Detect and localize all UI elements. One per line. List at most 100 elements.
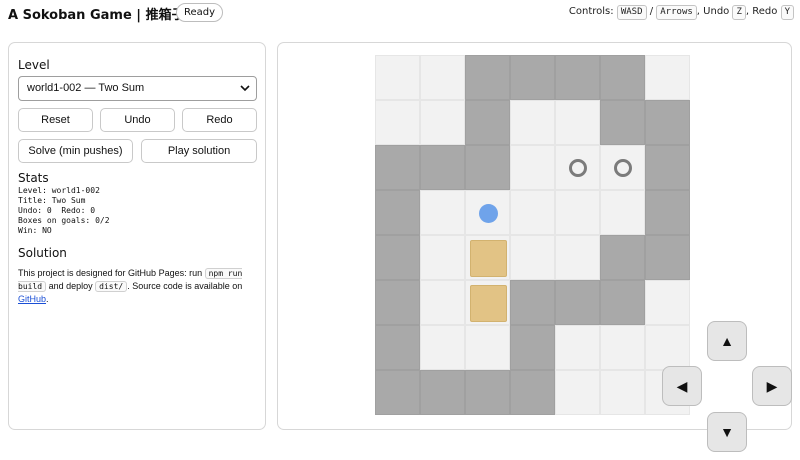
solution-text: This project is designed for GitHub Page… — [18, 267, 250, 306]
move-up-button[interactable]: ▲ — [707, 321, 747, 361]
wall-tile — [375, 370, 420, 415]
floor-tile — [375, 55, 420, 100]
box-icon — [470, 240, 507, 277]
floor-tile — [600, 145, 645, 190]
undo-button[interactable]: Undo — [100, 108, 175, 132]
stats-boxes: Boxes on goals: 0/2 — [18, 216, 110, 225]
status-badge: Ready — [176, 3, 224, 22]
wall-tile — [465, 370, 510, 415]
floor-tile — [600, 190, 645, 235]
floor-tile — [555, 235, 600, 280]
wall-tile — [465, 100, 510, 145]
solution-heading: Solution — [18, 246, 67, 260]
floor-tile — [375, 100, 420, 145]
header: A Sokoban Game | 推箱子游戏 Ready Controls: W… — [0, 0, 800, 28]
floor-tile — [510, 145, 555, 190]
floor-tile — [555, 325, 600, 370]
solution-text-part: . Source code is available on — [127, 281, 243, 291]
floor-tile — [645, 55, 690, 100]
floor-tile — [555, 190, 600, 235]
key-redo: Y — [780, 5, 794, 20]
wall-tile — [600, 100, 645, 145]
floor-tile — [645, 325, 690, 370]
floor-tile — [555, 370, 600, 415]
floor-tile — [510, 100, 555, 145]
solve-button[interactable]: Solve (min pushes) — [18, 139, 133, 163]
level-heading: Level — [18, 58, 50, 72]
floor-tile — [555, 100, 600, 145]
controls-hint: Controls: WASD / Arrows, Undo Z, Redo Y — [569, 5, 794, 20]
level-select[interactable]: world1-002 — Two Sum — [18, 76, 257, 101]
floor-tile — [420, 235, 465, 280]
wall-tile — [465, 145, 510, 190]
wall-tile — [375, 280, 420, 325]
floor-tile — [420, 55, 465, 100]
wall-tile — [645, 145, 690, 190]
floor-tile — [465, 235, 510, 280]
move-down-button[interactable]: ▼ — [707, 412, 747, 452]
stats-level: Level: world1-002 — [18, 186, 100, 195]
wall-tile — [645, 100, 690, 145]
player-icon — [479, 204, 498, 223]
play-solution-button[interactable]: Play solution — [141, 139, 257, 163]
floor-tile — [420, 100, 465, 145]
stats-win: Win: NO — [18, 226, 52, 235]
stats-undo-redo: Undo: 0 Redo: 0 — [18, 206, 96, 215]
solution-text-part: and deploy — [46, 281, 96, 291]
level-select-value: world1-002 — Two Sum — [27, 82, 145, 94]
floor-tile — [420, 280, 465, 325]
move-right-button[interactable]: ▶ — [752, 366, 792, 406]
goal-icon — [614, 159, 632, 177]
wall-tile — [420, 145, 465, 190]
wall-tile — [600, 280, 645, 325]
floor-tile — [465, 190, 510, 235]
floor-tile — [600, 325, 645, 370]
redo-hint-label: Redo — [752, 6, 778, 17]
wall-tile — [375, 235, 420, 280]
floor-tile — [420, 325, 465, 370]
wall-tile — [555, 280, 600, 325]
wall-tile — [375, 325, 420, 370]
dist-path: dist/ — [95, 281, 128, 292]
wall-tile — [510, 325, 555, 370]
key-undo: Z — [732, 5, 746, 20]
key-arrows: Arrows — [656, 5, 697, 20]
reset-button[interactable]: Reset — [18, 108, 93, 132]
floor-tile — [420, 190, 465, 235]
floor-tile — [600, 370, 645, 415]
game-board — [375, 55, 693, 418]
key-wasd: WASD — [616, 5, 647, 20]
github-link[interactable]: GitHub — [18, 294, 46, 304]
stats-title: Title: Two Sum — [18, 196, 86, 205]
wall-tile — [600, 55, 645, 100]
wall-tile — [375, 190, 420, 235]
stats-heading: Stats — [18, 171, 49, 185]
move-left-button[interactable]: ◀ — [662, 366, 702, 406]
side-panel: Level world1-002 — Two Sum Reset Undo Re… — [8, 42, 266, 430]
wall-tile — [510, 280, 555, 325]
controls-label: Controls: — [568, 6, 614, 17]
wall-tile — [375, 145, 420, 190]
wall-tile — [600, 235, 645, 280]
floor-tile — [645, 280, 690, 325]
floor-tile — [555, 145, 600, 190]
solution-text-part: . — [46, 294, 49, 304]
controls-separator: / — [649, 6, 654, 17]
wall-tile — [645, 190, 690, 235]
wall-tile — [645, 235, 690, 280]
goal-icon — [569, 159, 587, 177]
floor-tile — [465, 325, 510, 370]
chevron-down-icon — [240, 85, 250, 92]
wall-tile — [555, 55, 600, 100]
wall-tile — [465, 55, 510, 100]
wall-tile — [510, 370, 555, 415]
floor-tile — [510, 235, 555, 280]
floor-tile — [510, 190, 555, 235]
box-icon — [470, 285, 507, 322]
floor-tile — [465, 280, 510, 325]
undo-hint-label: Undo — [703, 6, 730, 17]
stats-output: Level: world1-002 Title: Two Sum Undo: 0 R… — [18, 186, 110, 236]
wall-tile — [420, 370, 465, 415]
solution-text-part: This project is designed for GitHub Page… — [18, 268, 205, 278]
redo-button[interactable]: Redo — [182, 108, 257, 132]
